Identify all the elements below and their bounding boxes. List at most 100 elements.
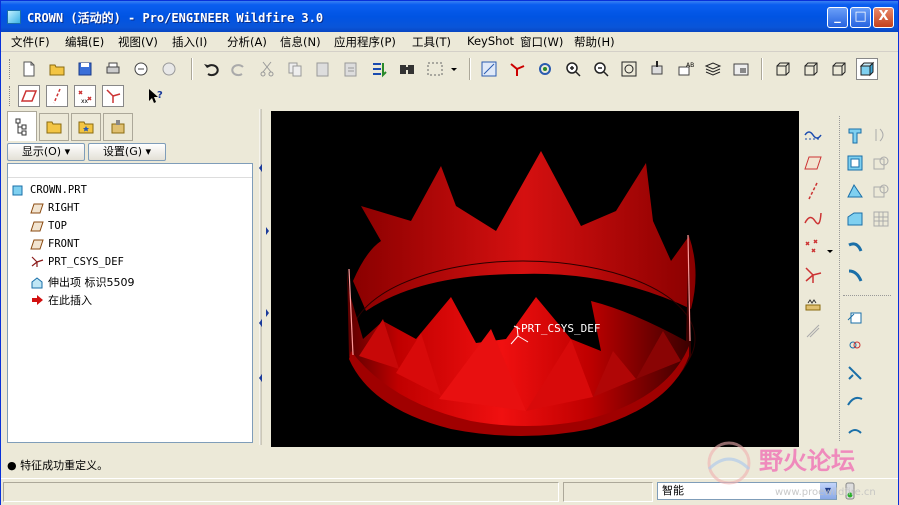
menu-insert[interactable]: 插入(I) xyxy=(172,34,207,50)
send-link-icon[interactable] xyxy=(158,58,180,80)
main-toolbar: AB xyxy=(1,56,898,82)
datum-points-on-icon[interactable]: xx xyxy=(74,85,96,107)
tab-folder-browser[interactable] xyxy=(39,113,69,141)
minimize-button[interactable]: _ xyxy=(827,7,848,28)
tree-item-part[interactable]: CROWN.PRT xyxy=(12,184,87,196)
tree-item-front[interactable]: FRONT xyxy=(30,238,80,250)
select-box-icon[interactable] xyxy=(424,58,446,80)
tab-favorites[interactable] xyxy=(71,113,101,141)
pattern-icon[interactable] xyxy=(869,207,893,231)
tree-item-top[interactable]: TOP xyxy=(30,220,67,232)
svg-text:xx: xx xyxy=(81,98,89,105)
csys-on-icon[interactable] xyxy=(102,85,124,107)
shell-icon[interactable] xyxy=(843,151,867,175)
window-title: CROWN (活动的) - Pro/ENGINEER Wildfire 3.0 xyxy=(27,11,324,25)
close-button[interactable]: X xyxy=(873,7,894,28)
menu-help[interactable]: 帮助(H) xyxy=(574,34,615,50)
toolbar-grip[interactable] xyxy=(9,59,12,79)
cut-icon[interactable] xyxy=(256,58,278,80)
trim-icon[interactable] xyxy=(843,361,867,385)
datum-planes-on-icon[interactable] xyxy=(18,85,40,107)
hidden-line-icon[interactable] xyxy=(800,58,822,80)
layers-icon[interactable] xyxy=(702,58,724,80)
show-dropdown[interactable]: 显示(O) ▾ xyxy=(7,143,85,161)
main-window: CROWN (活动的) - Pro/ENGINEER Wildfire 3.0 … xyxy=(0,0,899,505)
csys-tool-icon[interactable] xyxy=(801,263,825,287)
zoom-in-icon[interactable] xyxy=(562,58,584,80)
reorient-icon[interactable] xyxy=(646,58,668,80)
open-folder-icon[interactable] xyxy=(46,58,68,80)
paste-special-icon[interactable] xyxy=(340,58,362,80)
saved-views-icon[interactable]: AB xyxy=(674,58,696,80)
settings-dropdown[interactable]: 设置(G) ▾ xyxy=(88,143,166,161)
view-manager-icon[interactable] xyxy=(730,58,752,80)
datum-plane-icon xyxy=(30,202,44,214)
refit-icon[interactable] xyxy=(618,58,640,80)
tree-item-label: 在此插入 xyxy=(48,294,92,307)
insert-here-arrow-icon xyxy=(30,294,44,306)
regenerate-icon[interactable] xyxy=(368,58,390,80)
revolve-icon[interactable] xyxy=(869,123,893,147)
spin-center-icon[interactable] xyxy=(506,58,528,80)
datum-point-tool-icon[interactable] xyxy=(801,235,825,259)
copy-icon[interactable] xyxy=(284,58,306,80)
tree-item-right[interactable]: RIGHT xyxy=(30,202,80,214)
maximize-button[interactable]: □ xyxy=(850,7,871,28)
menu-keyshot[interactable]: KeyShot xyxy=(467,34,514,48)
extrude-icon[interactable] xyxy=(843,123,867,147)
offset-icon[interactable] xyxy=(843,417,867,441)
wireframe-icon[interactable] xyxy=(772,58,794,80)
tab-connections[interactable] xyxy=(103,113,133,141)
no-hidden-icon[interactable] xyxy=(828,58,850,80)
menu-window[interactable]: 窗口(W) xyxy=(520,34,563,50)
paste-icon[interactable] xyxy=(312,58,334,80)
tree-item-insert-here[interactable]: 在此插入 xyxy=(30,292,92,308)
merge-icon[interactable] xyxy=(843,333,867,357)
menu-analysis[interactable]: 分析(A) xyxy=(227,34,267,50)
menu-file[interactable]: 文件(F) xyxy=(11,34,50,50)
inheritance-icon[interactable] xyxy=(801,319,825,343)
tab-model-tree[interactable] xyxy=(7,111,37,141)
datum-plane-icon xyxy=(30,220,44,232)
analysis-feature-icon[interactable] xyxy=(801,291,825,315)
tree-item-protrusion[interactable]: 伸出项 标识5509 xyxy=(30,274,135,290)
menu-edit[interactable]: 编辑(E) xyxy=(65,34,104,50)
undo-icon[interactable] xyxy=(200,58,222,80)
print-icon[interactable] xyxy=(102,58,124,80)
draft-icon[interactable] xyxy=(869,179,893,203)
redo-icon[interactable] xyxy=(228,58,250,80)
mirror-icon[interactable] xyxy=(843,305,867,329)
new-file-icon[interactable] xyxy=(18,58,40,80)
select-dropdown-icon[interactable] xyxy=(448,58,460,80)
find-icon[interactable] xyxy=(396,58,418,80)
context-help-icon[interactable]: ? xyxy=(144,85,166,107)
menu-applications[interactable]: 应用程序(P) xyxy=(334,34,396,50)
panel-splitter[interactable] xyxy=(257,109,271,445)
save-icon[interactable] xyxy=(74,58,96,80)
sketched-curve-icon[interactable] xyxy=(801,123,825,147)
shading-icon[interactable] xyxy=(856,58,878,80)
datum-point-dropdown-icon[interactable] xyxy=(825,239,835,263)
sweep-icon[interactable] xyxy=(843,263,867,287)
rib-icon[interactable] xyxy=(843,179,867,203)
datum-plane-icon xyxy=(30,238,44,250)
chamfer-icon[interactable] xyxy=(843,235,867,259)
hole-icon[interactable] xyxy=(869,151,893,175)
datum-curve-tool-icon[interactable] xyxy=(801,207,825,231)
round-icon[interactable] xyxy=(843,207,867,231)
zoom-out-icon[interactable] xyxy=(590,58,612,80)
title-bar[interactable]: CROWN (活动的) - Pro/ENGINEER Wildfire 3.0 … xyxy=(1,1,898,32)
datum-axes-on-icon[interactable] xyxy=(46,85,68,107)
repaint-icon[interactable] xyxy=(478,58,500,80)
datum-plane-tool-icon[interactable] xyxy=(801,151,825,175)
tree-item-csys[interactable]: PRT_CSYS_DEF xyxy=(30,256,124,268)
menu-view[interactable]: 视图(V) xyxy=(118,34,158,50)
feature-toolbar xyxy=(799,111,898,447)
menu-tools[interactable]: 工具(T) xyxy=(412,34,451,50)
graphics-window[interactable]: PRT_CSYS_DEF xyxy=(271,111,799,447)
send-mail-icon[interactable] xyxy=(130,58,152,80)
extend-icon[interactable] xyxy=(843,389,867,413)
menu-info[interactable]: 信息(N) xyxy=(280,34,321,50)
datum-axis-tool-icon[interactable] xyxy=(801,179,825,203)
orient-mode-icon[interactable] xyxy=(534,58,556,80)
